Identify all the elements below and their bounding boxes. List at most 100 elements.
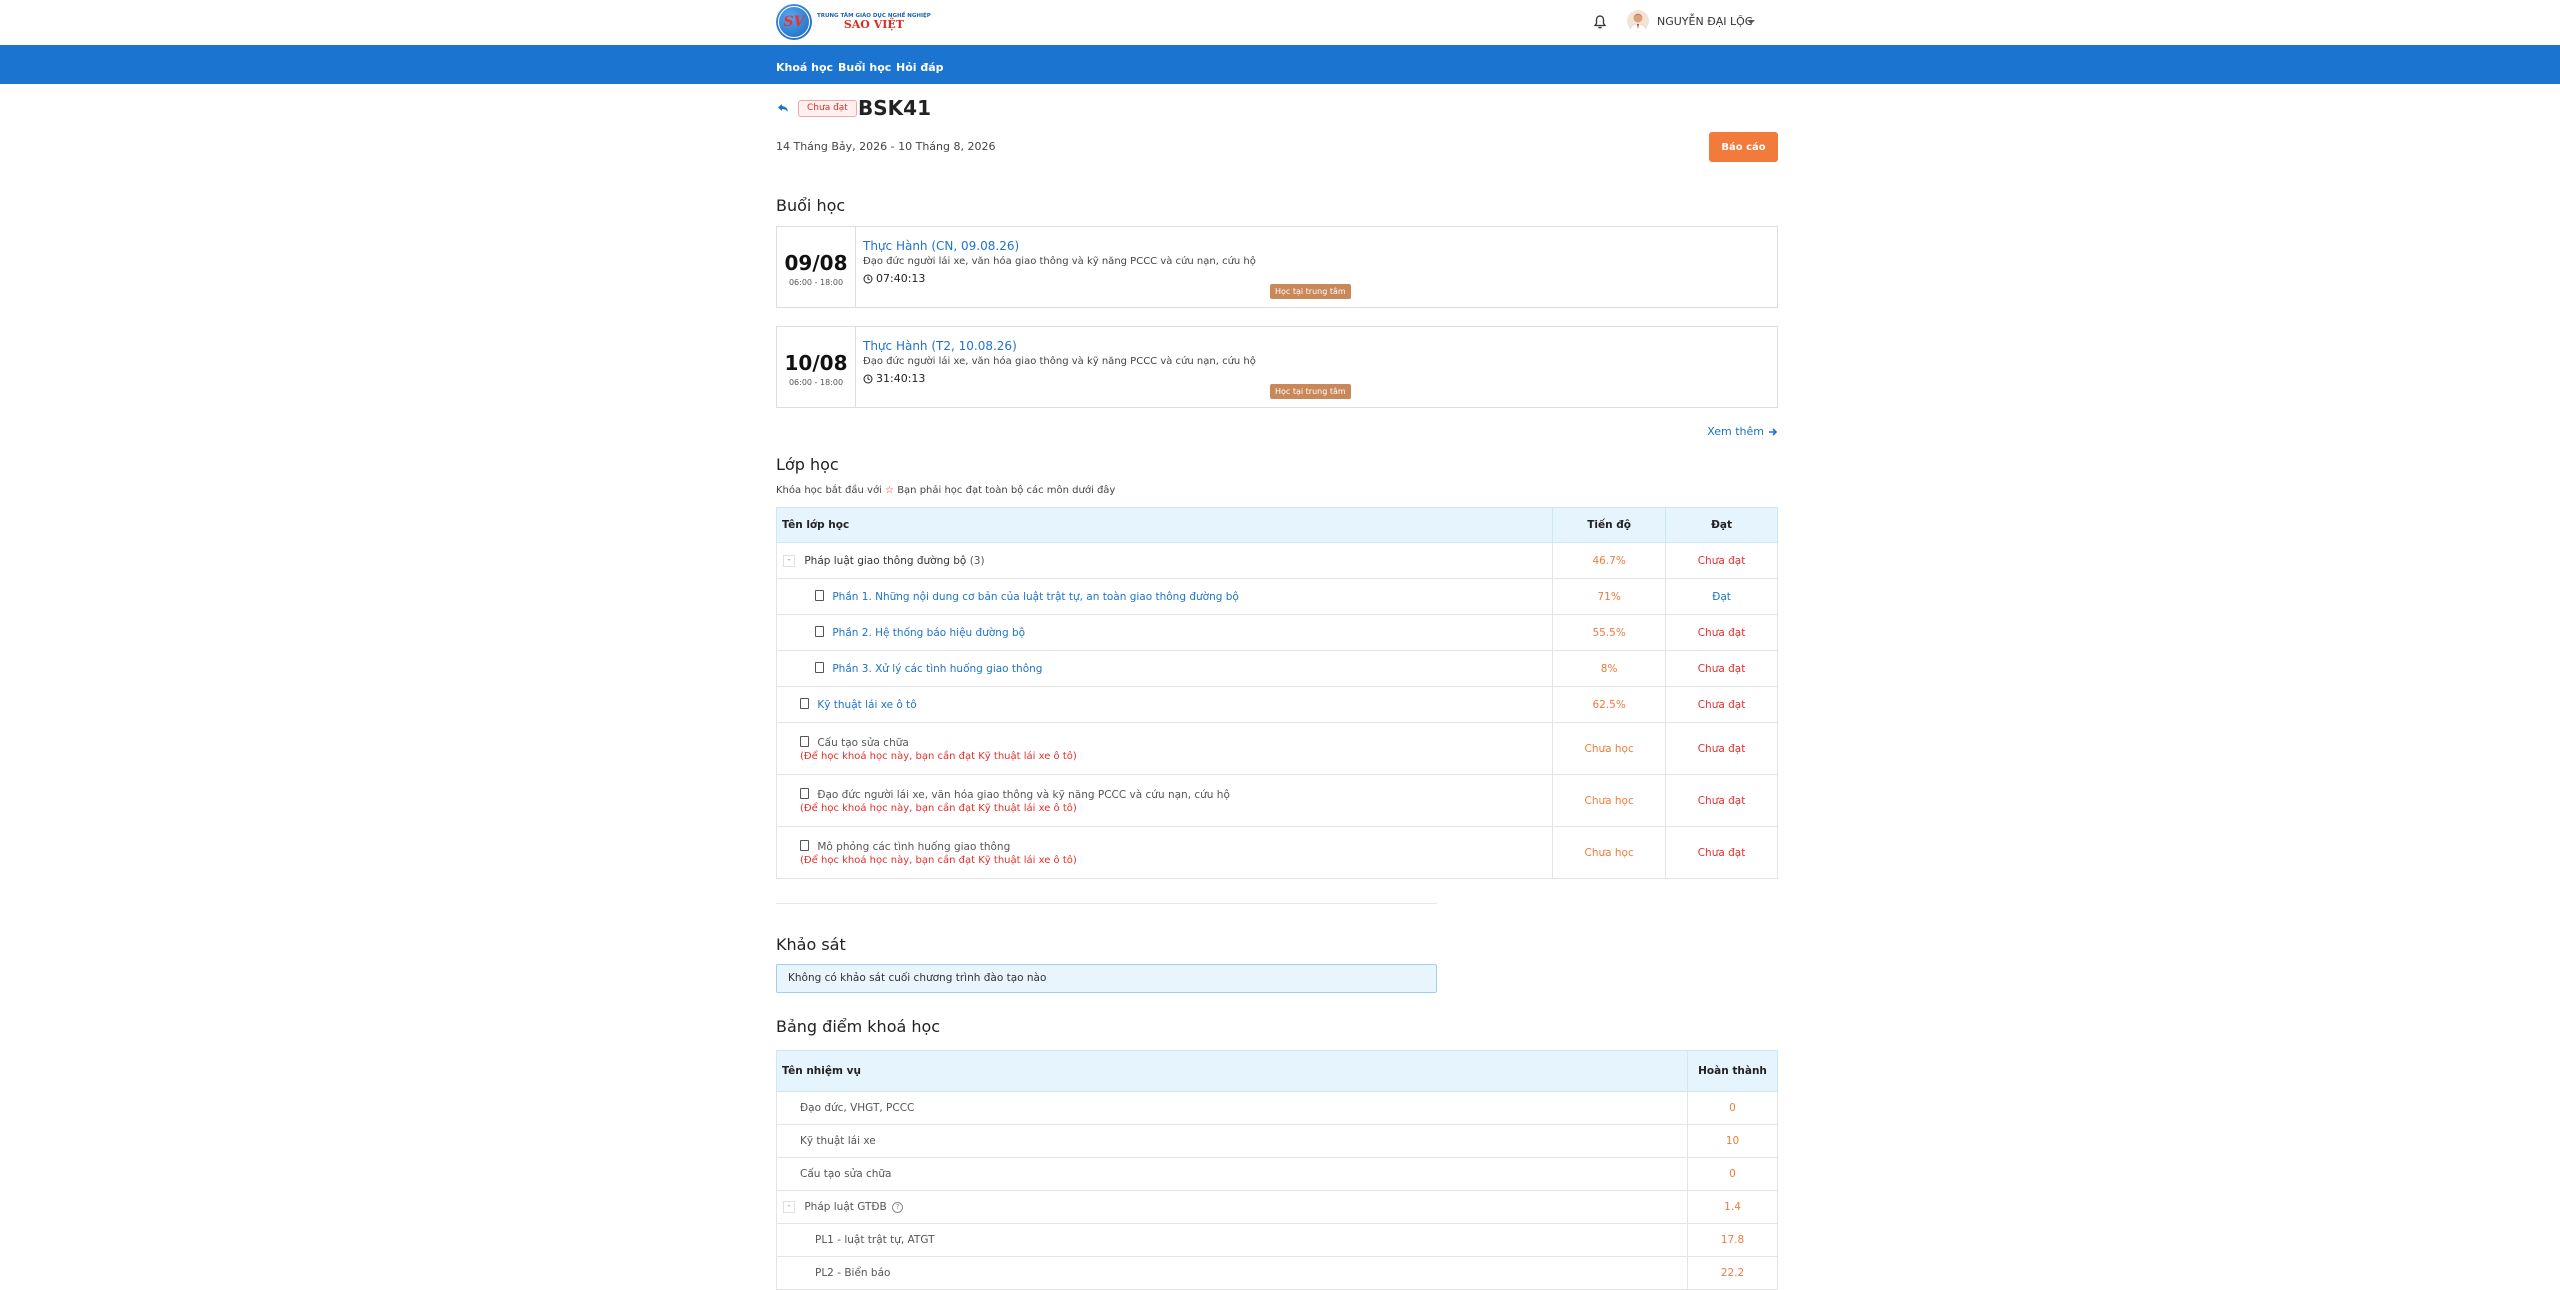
classes-title: Lớp học (776, 455, 839, 474)
class-link[interactable]: Kỹ thuật lái xe ô tô (817, 699, 916, 711)
table-row-group[interactable]: - Pháp luật giao thông đường bộ (3) 46.7… (775, 542, 1778, 579)
pass-cell: Chưa đạt (1665, 686, 1778, 723)
class-link[interactable]: Phần 3. Xử lý các tình huống giao thông (832, 663, 1042, 675)
table-row[interactable]: Phần 2. Hệ thống báo hiệu đường bộ 55.5%… (775, 614, 1778, 651)
session-title[interactable]: Thực Hành (T2, 10.08.26) (863, 339, 1256, 353)
class-name: Mô phỏng các tình huống giao thông (817, 840, 1011, 853)
document-icon (800, 787, 809, 799)
task-score: 10 (1687, 1124, 1778, 1158)
task-score: 0 (1687, 1091, 1778, 1125)
course-date-range: 14 Tháng Bảy, 2026 - 10 Tháng 8, 2026 (776, 140, 996, 153)
task-score: 0 (1687, 1157, 1778, 1191)
col-header-pass: Đạt (1665, 507, 1778, 543)
sessions-title: Buổi học (776, 196, 846, 215)
task-name: PL1 - luật trật tự, ATGT (775, 1223, 1689, 1257)
class-name-cell: Kỹ thuật lái xe ô tô (775, 686, 1554, 723)
classes-table: Tên lớp học Tiến độ Đạt - Pháp luật giao… (775, 507, 1778, 879)
main-nav: Khoá học Buổi học Hỏi đáp (0, 45, 2560, 84)
note-after: Bạn phải học đạt toàn bộ các môn dưới đâ… (897, 485, 1116, 496)
collapse-toggle-icon[interactable]: - (783, 1201, 795, 1213)
class-name-cell: Cấu tạo sửa chữa (Để học khoá học này, b… (775, 722, 1554, 775)
class-link[interactable]: Phần 1. Những nội dung cơ bản của luật t… (832, 591, 1238, 603)
session-description: Đạo đức người lái xe, văn hóa giao thông… (863, 356, 1256, 367)
star-icon: ☆ (885, 485, 894, 496)
nav-item-qa[interactable]: Hỏi đáp (896, 61, 944, 74)
session-date: 09/08 06:00 - 18:00 (777, 227, 856, 307)
nav-item-courses[interactable]: Khoá học (776, 61, 833, 74)
logo-text: TRUNG TÂM GIÁO DỤC NGHỀ NGHIỆP SAO VIỆT (817, 13, 931, 31)
document-icon (815, 662, 824, 673)
progress-cell: 8% (1552, 650, 1667, 687)
table-header-row: Tên nhiệm vụ Hoàn thành (775, 1050, 1778, 1092)
table-row[interactable]: Kỹ thuật lái xe ô tô 62.5% Chưa đạt (775, 686, 1778, 723)
section-divider (776, 903, 1437, 904)
course-status-badge: Chưa đạt (798, 100, 857, 117)
prerequisite-note: (Để học khoá học này, bạn cần đạt Kỹ thu… (800, 750, 1077, 762)
table-row[interactable]: Phần 3. Xử lý các tình huống giao thông … (775, 650, 1778, 687)
task-score: 22.2 (1687, 1256, 1778, 1290)
bell-icon[interactable] (1592, 14, 1608, 30)
class-name: Đạo đức người lái xe, văn hóa giao thông… (817, 788, 1230, 801)
progress-cell: Chưa học (1552, 722, 1667, 775)
session-duration: 07:40:13 (863, 272, 1256, 285)
clock-icon (863, 374, 873, 383)
task-name: PL2 - Biển báo (775, 1256, 1689, 1290)
class-name-cell: Mô phỏng các tình huống giao thông (Để h… (775, 826, 1554, 879)
col-header-name: Tên lớp học (775, 507, 1554, 543)
session-day: 09/08 (784, 251, 848, 275)
see-more-link[interactable]: Xem thêm (1707, 425, 1778, 438)
help-icon[interactable]: ? (892, 1201, 904, 1213)
session-date: 10/08 06:00 - 18:00 (777, 327, 856, 407)
user-avatar[interactable] (1627, 10, 1649, 32)
col-header-done: Hoàn thành (1687, 1050, 1778, 1092)
arrow-right-icon (1769, 427, 1778, 436)
session-card[interactable]: 09/08 06:00 - 18:00 Thực Hành (CN, 09.08… (776, 226, 1778, 308)
class-name-cell: Phần 3. Xử lý các tình huống giao thông (775, 650, 1554, 687)
user-name[interactable]: NGUYỄN ĐẠI LỘC (1657, 15, 1752, 28)
class-name: Cấu tạo sửa chữa (817, 736, 909, 749)
document-icon (815, 626, 824, 637)
task-group-name: Pháp luật GTĐB (804, 1201, 887, 1213)
progress-cell: 62.5% (1552, 686, 1667, 723)
session-location-badge: Học tại trung tâm (1270, 284, 1351, 299)
table-row-group[interactable]: - Pháp luật GTĐB ? 1.4 (775, 1190, 1778, 1224)
task-score: 1.4 (1687, 1190, 1778, 1224)
course-code: BSK41 (858, 96, 931, 120)
prerequisite-note: (Để học khoá học này, bạn cần đạt Kỹ thu… (800, 802, 1077, 814)
pass-cell: Chưa đạt (1665, 614, 1778, 651)
session-duration: 31:40:13 (863, 372, 1256, 385)
session-location-badge: Học tại trung tâm (1270, 384, 1351, 399)
survey-empty-alert: Không có khảo sát cuối chương trình đào … (776, 964, 1437, 993)
task-name: Kỹ thuật lái xe (775, 1124, 1689, 1158)
survey-title: Khảo sát (776, 935, 846, 954)
back-arrow-icon[interactable] (776, 101, 790, 115)
session-duration-value: 31:40:13 (876, 372, 926, 385)
see-more-label: Xem thêm (1707, 425, 1764, 438)
scores-table: Tên nhiệm vụ Hoàn thành Đạo đức, VHGT, P… (775, 1050, 1778, 1290)
class-name-cell: - Pháp luật giao thông đường bộ (3) (775, 542, 1554, 579)
class-link[interactable]: Phần 2. Hệ thống báo hiệu đường bộ (832, 627, 1025, 639)
table-row: Đạo đức, VHGT, PCCC 0 (775, 1091, 1778, 1125)
collapse-toggle-icon[interactable]: - (783, 554, 795, 567)
session-time: 06:00 - 18:00 (788, 278, 844, 287)
logo-ring (778, 6, 810, 38)
pass-cell: Chưa đạt (1665, 774, 1778, 827)
session-title[interactable]: Thực Hành (CN, 09.08.26) (863, 239, 1256, 253)
nav-item-sessions[interactable]: Buổi học (838, 61, 891, 74)
prerequisite-note: (Để học khoá học này, bạn cần đạt Kỹ thu… (800, 854, 1077, 866)
report-button[interactable]: Báo cáo (1709, 132, 1778, 162)
top-header: SV TRUNG TÂM GIÁO DỤC NGHỀ NGHIỆP SAO VI… (0, 0, 2560, 44)
document-icon (800, 735, 809, 747)
table-header-row: Tên lớp học Tiến độ Đạt (775, 507, 1778, 543)
table-row[interactable]: Phần 1. Những nội dung cơ bản của luật t… (775, 578, 1778, 615)
class-name-cell: Phần 1. Những nội dung cơ bản của luật t… (775, 578, 1554, 615)
session-description: Đạo đức người lái xe, văn hóa giao thông… (863, 256, 1256, 267)
table-row: PL1 - luật trật tự, ATGT 17.8 (775, 1223, 1778, 1257)
session-card[interactable]: 10/08 06:00 - 18:00 Thực Hành (T2, 10.08… (776, 326, 1778, 408)
session-info: Thực Hành (T2, 10.08.26) Đạo đức người l… (863, 339, 1256, 385)
task-group-cell: - Pháp luật GTĐB ? (775, 1190, 1689, 1224)
session-duration-value: 07:40:13 (876, 272, 926, 285)
brand-logo[interactable]: SV TRUNG TÂM GIÁO DỤC NGHỀ NGHIỆP SAO VI… (776, 4, 931, 40)
caret-down-icon[interactable] (1747, 20, 1755, 24)
table-row-locked: Mô phỏng các tình huống giao thông (Để h… (775, 826, 1778, 879)
